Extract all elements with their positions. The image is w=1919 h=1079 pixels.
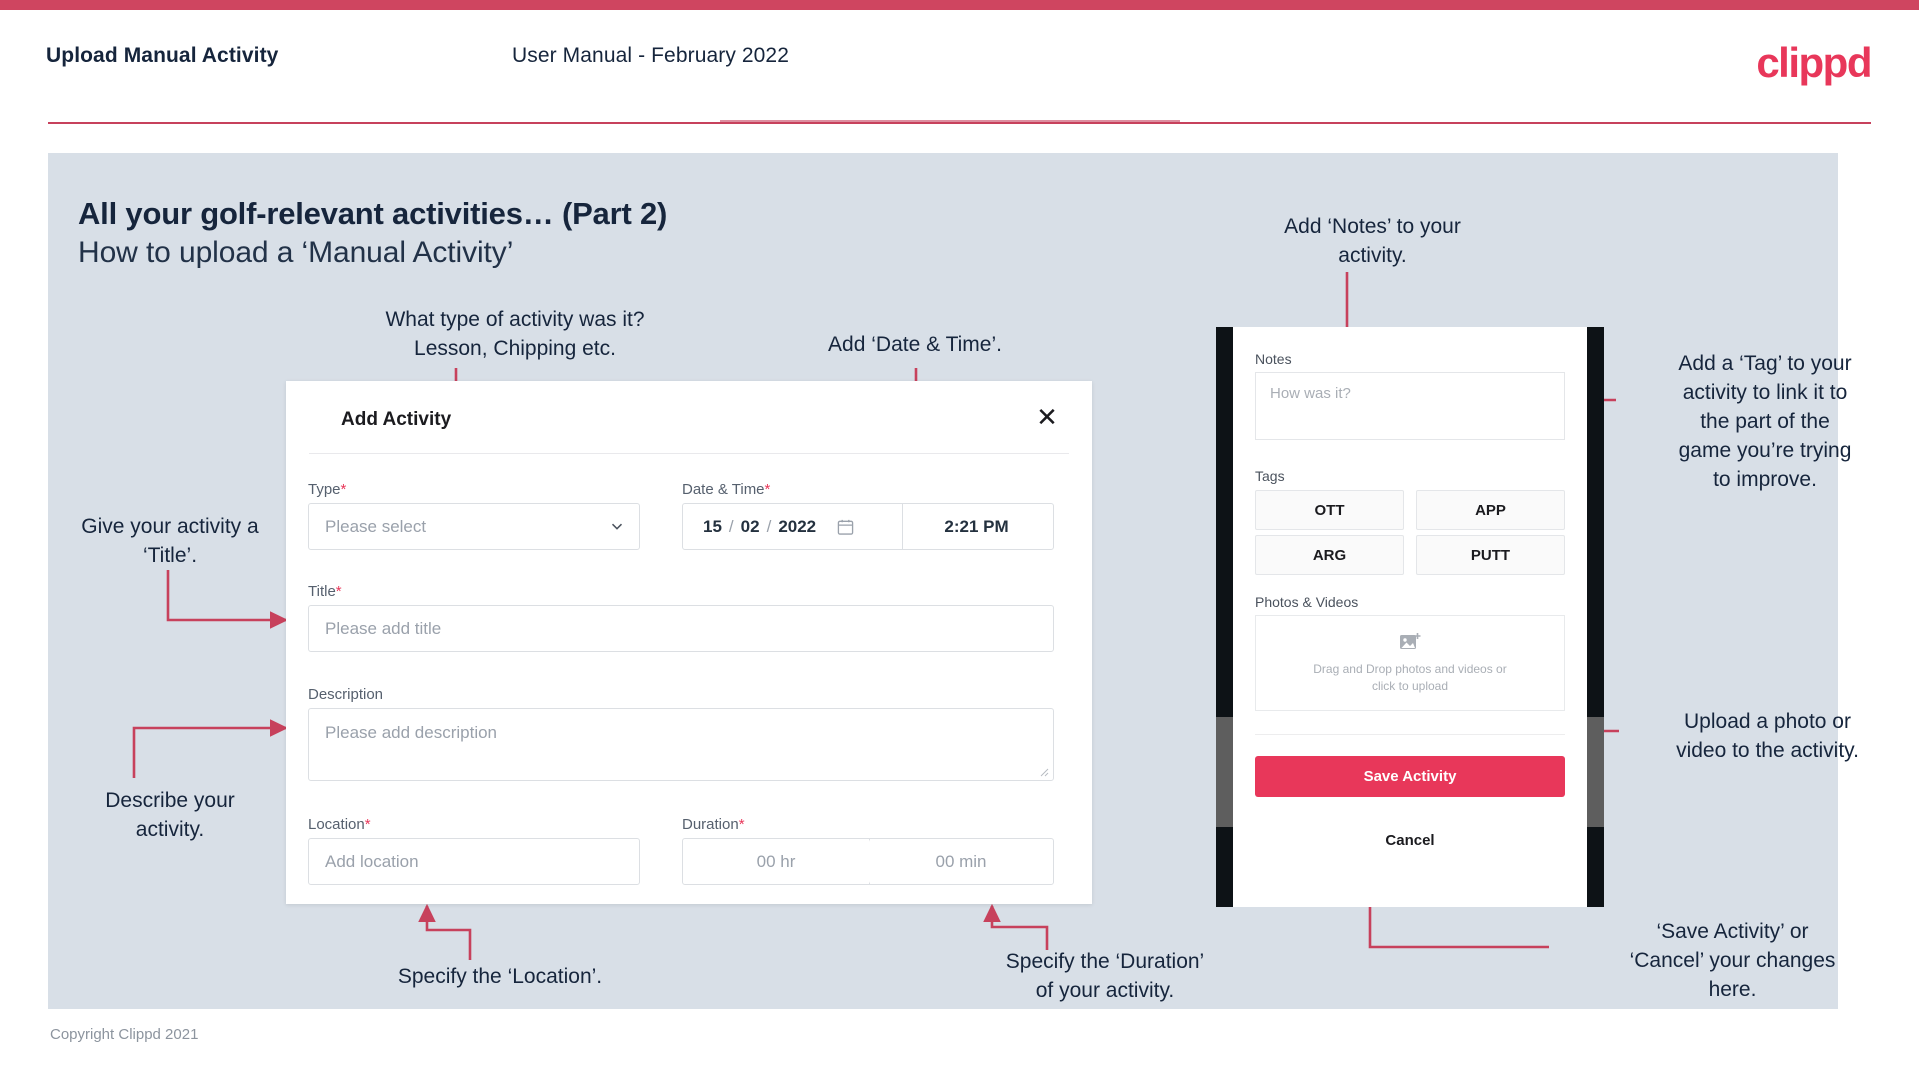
- location-label-text: Location: [308, 816, 365, 833]
- description-placeholder: Please add description: [325, 723, 498, 742]
- annotation-description: Describe your activity.: [105, 789, 235, 841]
- add-activity-dialog: Add Activity ✕ Type* Please select Date …: [286, 381, 1092, 904]
- annotation-location: Specify the ‘Location’.: [397, 965, 603, 988]
- dropzone-text: Drag and Drop photos and videos or click…: [1313, 661, 1506, 695]
- date-day: 15: [703, 516, 722, 536]
- description-label-text: Description: [308, 686, 384, 703]
- datetime-label: Date & Time*: [682, 481, 770, 498]
- photos-label: Photos & Videos: [1255, 594, 1359, 610]
- dialog-title: Add Activity: [341, 409, 452, 430]
- phone-power-button: [1587, 717, 1604, 827]
- location-required-mark: *: [364, 816, 371, 833]
- deck-title-bold: All your golf-relevant activities… (Part…: [78, 196, 668, 231]
- save-activity-button[interactable]: Save Activity: [1255, 756, 1565, 797]
- annotation-save: ‘Save Activity’ or ‘Cancel’ your changes…: [1629, 920, 1836, 1001]
- description-input[interactable]: Please add description: [308, 708, 1054, 781]
- clippd-logo: clippd: [1756, 39, 1872, 86]
- duration-label-text: Duration: [682, 816, 739, 833]
- type-select[interactable]: Please select: [308, 503, 640, 550]
- top-accent-bar: [0, 0, 1919, 10]
- photo-dropzone[interactable]: Drag and Drop photos and videos or click…: [1255, 615, 1565, 711]
- duration-hours-value: 00 hr: [756, 851, 796, 871]
- duration-minutes-input[interactable]: 00 min: [869, 839, 1053, 884]
- title-label-text: Title: [308, 583, 336, 600]
- calendar-icon[interactable]: [837, 518, 854, 536]
- type-label-text: Type: [308, 481, 341, 498]
- time-input[interactable]: 2:21 PM: [900, 504, 1053, 549]
- close-icon[interactable]: ✕: [1032, 403, 1062, 433]
- tags-label: Tags: [1255, 468, 1285, 484]
- cancel-button[interactable]: Cancel: [1255, 832, 1565, 849]
- type-label: Type*: [308, 481, 346, 498]
- time-value: 2:21 PM: [944, 516, 1009, 536]
- duration-label: Duration*: [682, 816, 745, 833]
- datetime-label-text: Date & Time: [682, 481, 765, 498]
- tag-ott[interactable]: OTT: [1255, 490, 1404, 530]
- phone-screen: Notes How was it? Tags OTT APP ARG PUTT …: [1233, 327, 1587, 907]
- header-divider: [48, 122, 1871, 124]
- title-placeholder: Please add title: [325, 618, 442, 638]
- phone-bezel-right: [1587, 327, 1604, 907]
- type-required-mark: *: [340, 481, 347, 498]
- tag-app[interactable]: APP: [1416, 490, 1565, 530]
- date-month: 02: [740, 516, 760, 536]
- slide-root: Upload Manual Activity User Manual - Feb…: [0, 0, 1919, 1079]
- date-year: 2022: [778, 516, 817, 536]
- tag-putt[interactable]: PUTT: [1416, 535, 1565, 575]
- description-label: Description: [308, 686, 383, 703]
- resize-grip-icon[interactable]: [1039, 767, 1049, 777]
- datetime-required-mark: *: [764, 481, 771, 498]
- datetime-field[interactable]: 15 / 02 / 2022 2:21 PM: [682, 503, 1054, 550]
- copyright-text: Copyright Clippd 2021: [50, 1026, 199, 1043]
- annotation-notes: Add ‘Notes’ to your activity.: [1284, 215, 1461, 267]
- dialog-divider: [309, 453, 1069, 454]
- duration-field: 00 hr 00 min: [682, 838, 1054, 885]
- annotation-duration: Specify the ‘Duration’ of your activity.: [1005, 950, 1205, 1002]
- phone-volume-button: [1216, 717, 1233, 827]
- date-sep-1: /: [728, 516, 734, 536]
- page-title: Upload Manual Activity: [46, 44, 279, 67]
- annotation-tags: Add a ‘Tag’ to your activity to link it …: [1678, 352, 1852, 491]
- notes-label: Notes: [1255, 351, 1292, 367]
- location-placeholder: Add location: [325, 851, 419, 871]
- title-required-mark: *: [335, 583, 342, 600]
- phone-mockup: Notes How was it? Tags OTT APP ARG PUTT …: [1216, 327, 1604, 907]
- dropzone-line-1: Drag and Drop photos and videos or: [1313, 661, 1507, 676]
- annotation-datetime: Add ‘Date & Time’.: [828, 333, 1002, 356]
- location-label: Location*: [308, 816, 371, 833]
- annotation-type: What type of activity was it? Lesson, Ch…: [385, 308, 645, 360]
- image-add-icon: [1400, 632, 1421, 649]
- date-input[interactable]: 15 / 02 / 2022: [683, 517, 854, 537]
- annotation-title: Give your activity a ‘Title’.: [81, 515, 259, 567]
- date-sep-2: /: [766, 516, 772, 536]
- title-label: Title*: [308, 583, 342, 600]
- deck-title-light: How to upload a ‘Manual Activity’: [78, 236, 514, 269]
- duration-required-mark: *: [738, 816, 745, 833]
- header-subtitle: User Manual - February 2022: [512, 44, 789, 67]
- tag-arg[interactable]: ARG: [1255, 535, 1404, 575]
- dropzone-line-2: click to upload: [1371, 678, 1449, 693]
- location-input[interactable]: Add location: [308, 838, 640, 885]
- phone-divider: [1255, 734, 1565, 735]
- phone-bezel-left: [1216, 327, 1233, 907]
- chevron-down-icon: [611, 523, 623, 530]
- annotation-upload: Upload a photo or video to the activity.: [1676, 710, 1859, 762]
- notes-placeholder: How was it?: [1270, 385, 1351, 402]
- duration-hours-input[interactable]: 00 hr: [683, 839, 869, 884]
- type-placeholder: Please select: [325, 516, 427, 536]
- title-input[interactable]: Please add title: [308, 605, 1054, 652]
- notes-input[interactable]: How was it?: [1255, 372, 1565, 440]
- duration-minutes-value: 00 min: [935, 851, 987, 871]
